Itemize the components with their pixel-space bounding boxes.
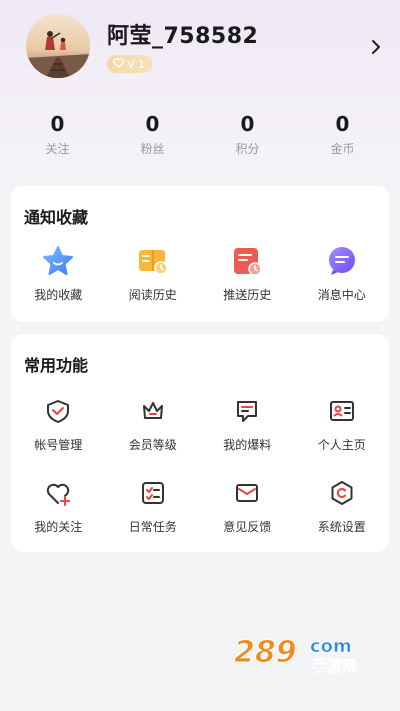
stat-value: 0 [335, 112, 350, 136]
account-management-item[interactable]: 帐号管理 [11, 394, 106, 453]
my-follows-item[interactable]: 我的关注 [11, 476, 106, 535]
notifications-card: 通知收藏 我的收藏 阅读历史 推送历史 消息中心 [11, 186, 389, 322]
item-label: 个人主页 [317, 438, 366, 452]
message-center-item[interactable]: 消息中心 [295, 244, 390, 303]
level-badge[interactable]: V 1 [107, 55, 154, 73]
chat-bubble-icon [325, 244, 359, 278]
notifications-title: 通知收藏 [24, 208, 89, 227]
watermark-text: 手游网 [312, 657, 357, 675]
functions-title: 常用功能 [24, 356, 89, 375]
item-label: 我的关注 [34, 520, 83, 534]
heart-icon [113, 57, 124, 71]
stat-label: 金币 [330, 142, 355, 156]
system-settings-item[interactable]: 系统设置 [295, 476, 390, 535]
stat-label: 积分 [235, 142, 260, 156]
level-text: V 1 [127, 57, 146, 71]
item-label: 我的爆料 [223, 438, 272, 452]
site-watermark: 289 com 手游网 [232, 630, 382, 676]
item-label: 阅读历史 [128, 288, 177, 302]
book-clock-icon [136, 244, 170, 278]
item-label: 系统设置 [317, 520, 366, 534]
reading-history-item[interactable]: 阅读历史 [106, 244, 201, 303]
id-card-icon [325, 394, 359, 428]
functions-card: 常用功能 帐号管理 会员等级 我的爆料 个人主页 我的关注 日常任务 意见反馈 … [11, 334, 389, 552]
personal-homepage-item[interactable]: 个人主页 [295, 394, 390, 453]
watermark-number: 289 [234, 635, 297, 670]
push-history-icon [230, 244, 264, 278]
username: 阿莹_758582 [107, 24, 259, 49]
stat-following[interactable]: 0 关注 [10, 110, 105, 165]
item-label: 推送历史 [223, 288, 272, 302]
my-reports-item[interactable]: 我的爆料 [200, 394, 295, 453]
stat-value: 0 [240, 112, 255, 136]
push-history-item[interactable]: 推送历史 [200, 244, 295, 303]
stat-points[interactable]: 0 积分 [200, 110, 295, 165]
heart-plus-icon [41, 476, 75, 510]
crown-icon [136, 394, 170, 428]
functions-grid-row-2: 我的关注 日常任务 意见反馈 系统设置 [11, 476, 389, 535]
my-favorites-item[interactable]: 我的收藏 [11, 244, 106, 303]
item-label: 日常任务 [128, 520, 177, 534]
stat-value: 0 [145, 112, 160, 136]
membership-level-item[interactable]: 会员等级 [106, 394, 201, 453]
task-list-icon [136, 476, 170, 510]
stat-label: 关注 [45, 142, 70, 156]
item-label: 我的收藏 [34, 288, 83, 302]
feedback-item[interactable]: 意见反馈 [200, 476, 295, 535]
item-label: 意见反馈 [223, 520, 272, 534]
stats-row: 0 关注 0 粉丝 0 积分 0 金币 [10, 110, 390, 165]
stat-coins[interactable]: 0 金币 [295, 110, 390, 165]
item-label: 帐号管理 [34, 438, 83, 452]
mail-icon [230, 476, 264, 510]
item-label: 消息中心 [317, 288, 366, 302]
notifications-grid: 我的收藏 阅读历史 推送历史 消息中心 [11, 244, 389, 303]
watermark-suffix: com [310, 636, 352, 657]
avatar[interactable] [26, 14, 90, 78]
daily-tasks-item[interactable]: 日常任务 [106, 476, 201, 535]
chevron-right-icon[interactable] [367, 38, 385, 56]
functions-grid-row-1: 帐号管理 会员等级 我的爆料 个人主页 [11, 394, 389, 453]
stat-value: 0 [50, 112, 65, 136]
stat-fans[interactable]: 0 粉丝 [105, 110, 200, 165]
star-icon [41, 244, 75, 278]
stat-label: 粉丝 [140, 142, 165, 156]
item-label: 会员等级 [128, 438, 177, 452]
message-icon [230, 394, 264, 428]
settings-hex-icon [325, 476, 359, 510]
profile-header[interactable]: 阿莹_758582 V 1 [0, 0, 400, 100]
account-icon [41, 394, 75, 428]
